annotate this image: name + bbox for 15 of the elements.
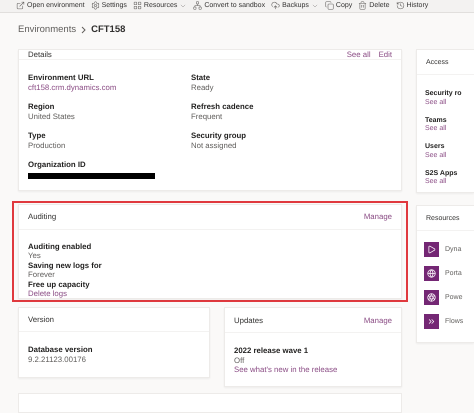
gear-icon [90,1,100,10]
history-icon [396,1,404,10]
double-chevron-icon [427,317,436,326]
breadcrumb-link[interactable]: Environments [18,24,76,36]
network-icon [193,1,202,10]
copy-icon [324,1,334,10]
aperture-icon [427,293,436,302]
globe-icon [427,269,436,278]
external-link-icon [16,1,25,10]
cloud-icon [271,1,280,10]
breadcrumb-current: CFT158 [91,24,126,36]
play-icon [427,245,436,254]
chevron-right-icon [81,26,86,34]
trash-icon [358,1,368,10]
grid-icon [132,1,142,10]
